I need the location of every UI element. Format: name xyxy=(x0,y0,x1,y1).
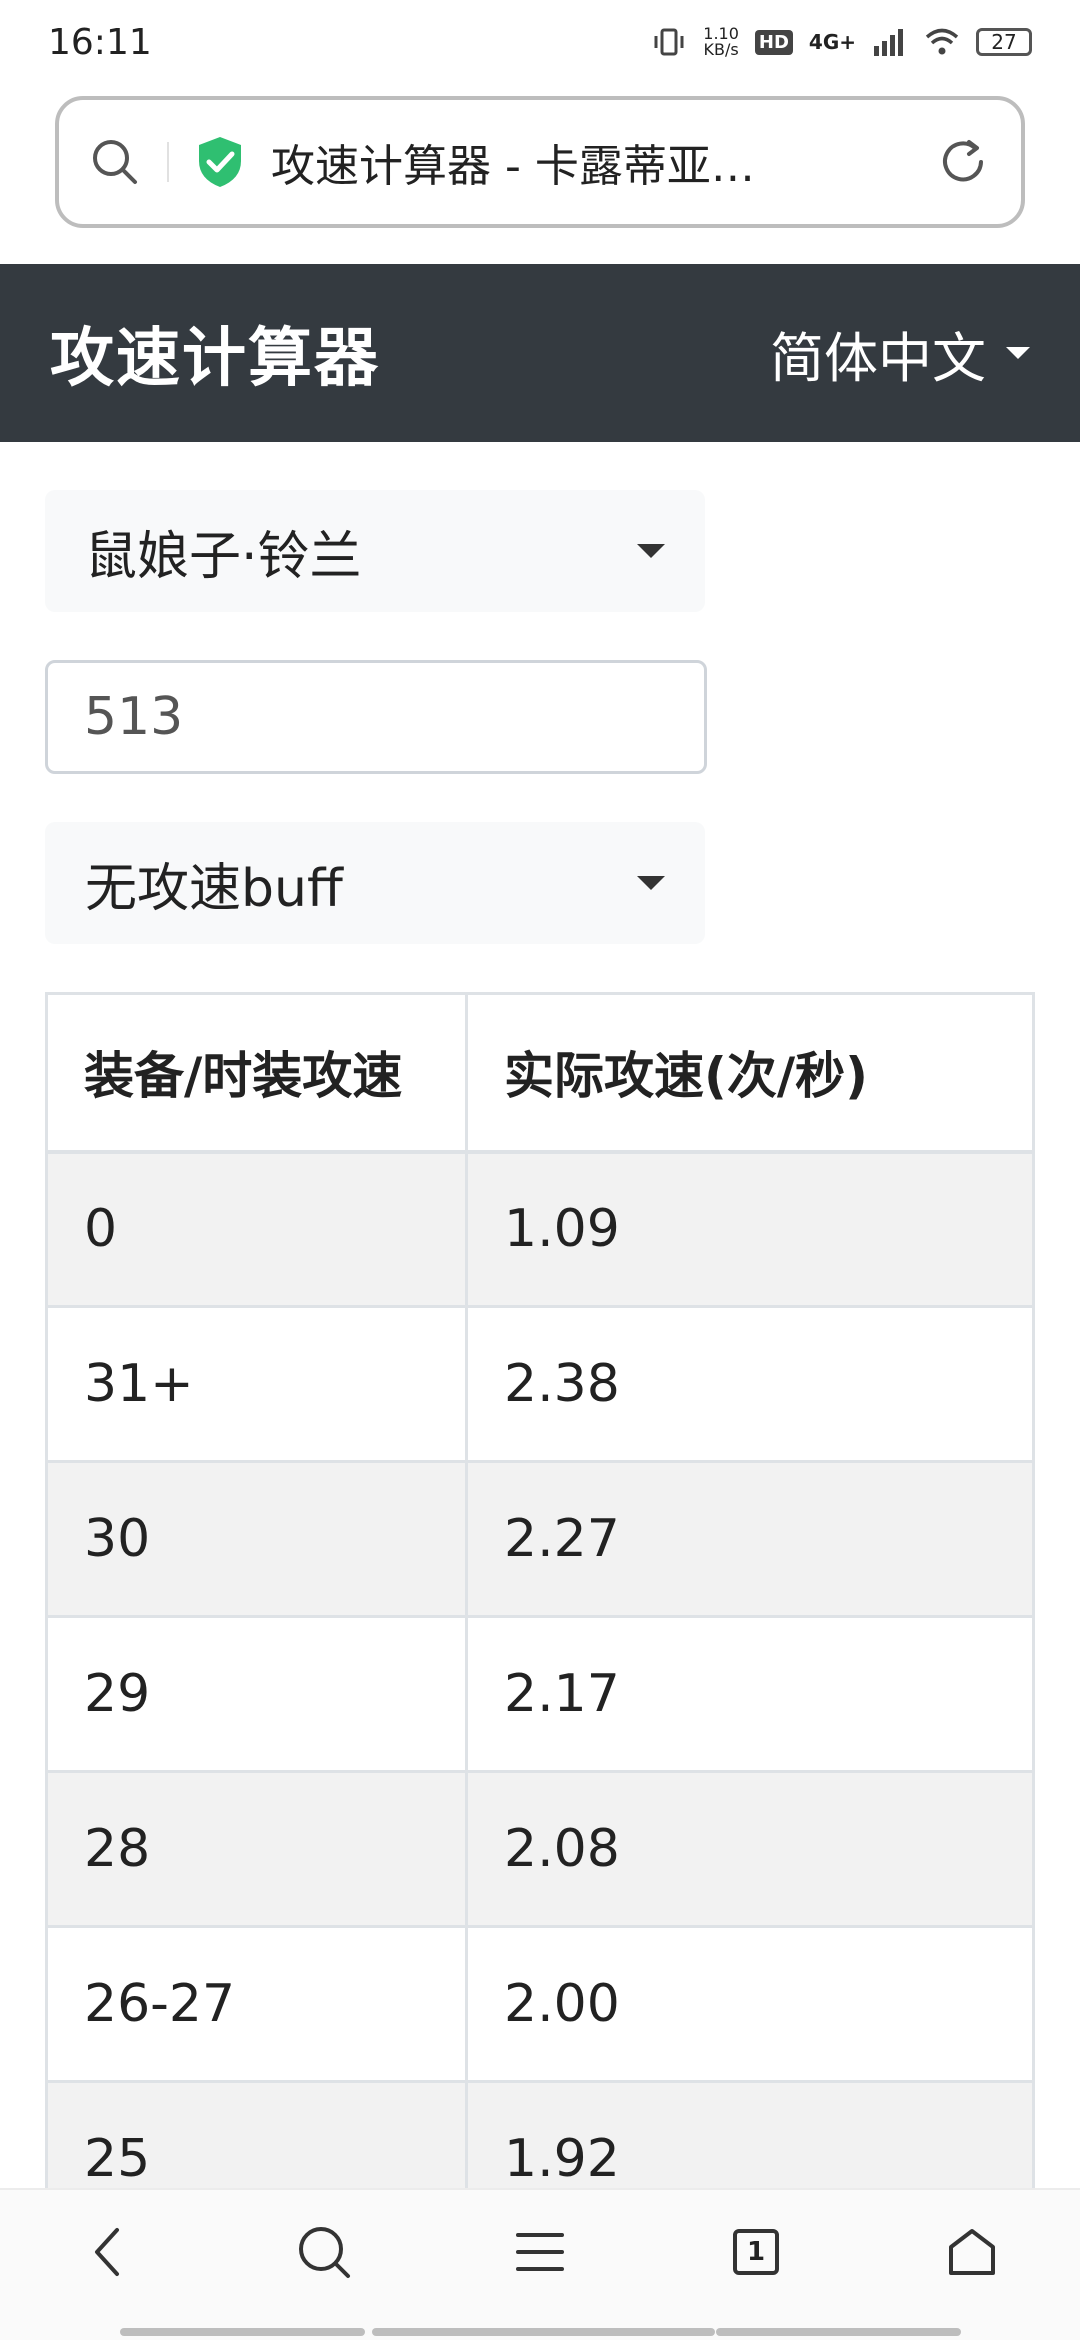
search-button[interactable] xyxy=(284,2212,364,2292)
home-button[interactable] xyxy=(932,2212,1012,2292)
table-header-row: 装备/时装攻速 实际攻速(次/秒) xyxy=(45,992,1035,1154)
table-row: 28 2.08 xyxy=(45,1770,1035,1928)
table-row: 30 2.27 xyxy=(45,1460,1035,1618)
network-type: 4G+ xyxy=(808,30,856,54)
table-cell: 2.27 xyxy=(465,1460,1035,1618)
security-shield-icon xyxy=(199,137,241,187)
caret-down-icon xyxy=(1006,347,1030,359)
gesture-bar-left xyxy=(120,2328,365,2336)
table-cell: 31+ xyxy=(45,1305,468,1463)
back-button[interactable] xyxy=(68,2212,148,2292)
site-title[interactable]: 攻速计算器 xyxy=(50,307,380,399)
tabs-button[interactable]: 1 xyxy=(716,2212,796,2292)
character-select[interactable]: 鼠娘子·铃兰 xyxy=(45,490,705,612)
table-row: 26-27 2.00 xyxy=(45,1925,1035,2083)
status-icons: 1.10 KB/s HD 4G+ 27 xyxy=(651,24,1032,60)
table-cell: 1.09 xyxy=(465,1150,1035,1308)
search-icon xyxy=(299,2227,350,2278)
character-select-value: 鼠娘子·铃兰 xyxy=(85,526,362,587)
caret-down-icon xyxy=(637,876,665,890)
address-page-title[interactable]: 攻速计算器 - 卡露蒂亚… xyxy=(271,130,909,194)
buff-select-value: 无攻速buff xyxy=(85,858,343,919)
attack-speed-input[interactable] xyxy=(45,660,707,774)
language-dropdown[interactable]: 简体中文 xyxy=(770,314,1030,393)
site-header: 攻速计算器 简体中文 xyxy=(0,264,1080,442)
table-cell: 26-27 xyxy=(45,1925,468,2083)
table-cell: 30 xyxy=(45,1460,468,1618)
buff-select[interactable]: 无攻速buff xyxy=(45,822,705,944)
table-cell: 2.38 xyxy=(465,1305,1035,1463)
signal-icon xyxy=(874,29,903,56)
menu-icon xyxy=(516,2233,564,2271)
gesture-bar-right xyxy=(716,2328,961,2336)
address-separator xyxy=(167,142,169,182)
attack-speed-table: 装备/时装攻速 实际攻速(次/秒) 0 1.09 31+ 2.38 30 2.2… xyxy=(45,992,1035,2238)
browser-bottom-nav: 1 xyxy=(0,2188,1080,2340)
table-cell: 2.00 xyxy=(465,1925,1035,2083)
language-label: 简体中文 xyxy=(770,326,986,390)
gesture-bar-center xyxy=(372,2328,715,2336)
table-cell: 29 xyxy=(45,1615,468,1773)
column-header-equipment: 装备/时装攻速 xyxy=(45,992,468,1154)
status-bar: 16:11 1.10 KB/s HD 4G+ 27 xyxy=(0,0,1080,84)
address-bar[interactable]: 攻速计算器 - 卡露蒂亚… xyxy=(55,96,1025,228)
table-cell: 28 xyxy=(45,1770,468,1928)
table-row: 0 1.09 xyxy=(45,1150,1035,1308)
table-row: 31+ 2.38 xyxy=(45,1305,1035,1463)
vibrate-icon xyxy=(654,28,684,56)
wifi-icon xyxy=(925,28,959,55)
table-cell: 2.17 xyxy=(465,1615,1035,1773)
chevron-left-icon xyxy=(95,2228,119,2276)
tabs-count-icon: 1 xyxy=(733,2229,779,2275)
table-cell: 0 xyxy=(45,1150,468,1308)
menu-button[interactable] xyxy=(500,2212,580,2292)
table-cell: 2.08 xyxy=(465,1770,1035,1928)
refresh-icon[interactable] xyxy=(935,134,991,190)
table-row: 29 2.17 xyxy=(45,1615,1035,1773)
net-speed: 1.10 KB/s xyxy=(703,24,739,59)
battery-icon: 27 xyxy=(976,28,1032,56)
status-time: 16:11 xyxy=(48,21,152,63)
caret-down-icon xyxy=(637,544,665,558)
home-icon xyxy=(949,2229,995,2275)
search-icon[interactable] xyxy=(89,136,141,188)
hd-badge: HD xyxy=(754,29,793,55)
column-header-actual-speed: 实际攻速(次/秒) xyxy=(465,992,1035,1154)
